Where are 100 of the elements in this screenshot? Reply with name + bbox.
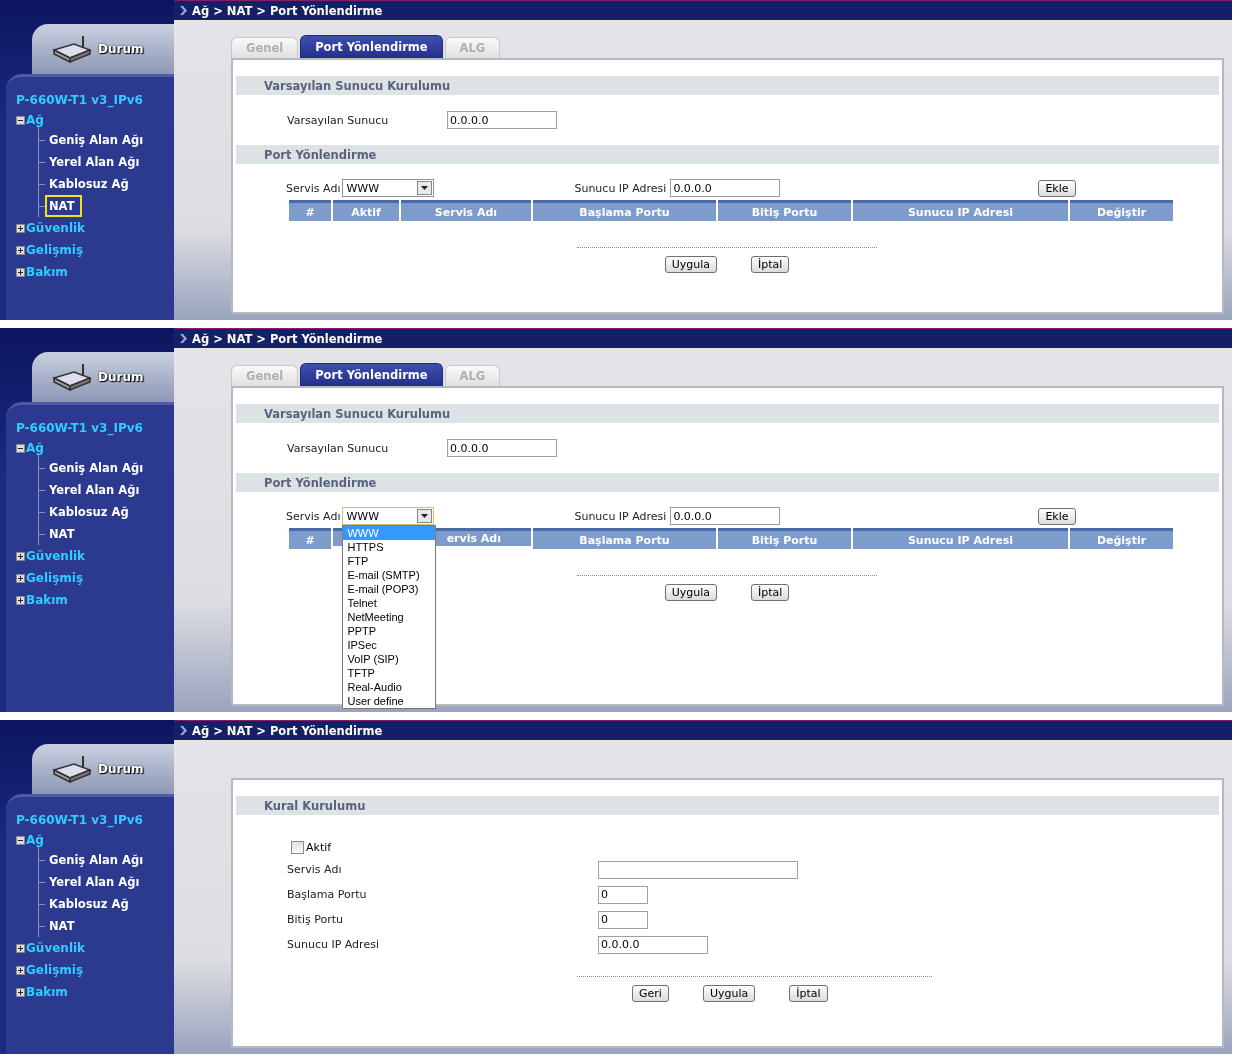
device-model: P-660W-T1 v3_IPv6	[16, 93, 144, 107]
expand-icon[interactable]	[16, 573, 25, 583]
column-header: Değiştir	[1070, 528, 1173, 549]
expand-icon[interactable]	[16, 987, 25, 997]
add-button[interactable]: Ekle	[1038, 507, 1076, 525]
column-header: Servis Adı	[401, 200, 531, 221]
service-select[interactable]: WWW	[342, 507, 435, 525]
expand-icon[interactable]	[16, 223, 25, 233]
menu-item[interactable]: Güvenlik	[26, 941, 86, 955]
submenu-item[interactable]: NAT	[45, 195, 83, 217]
input-field[interactable]: 0.0.0.0	[670, 507, 781, 525]
section-header: Varsayılan Sunucu Kurulumu	[236, 404, 1219, 423]
field-label: Sunucu IP Adresi	[287, 938, 380, 951]
section-header: Port Yönlendirme	[236, 145, 1219, 164]
input-field[interactable]	[598, 860, 798, 879]
column-header: Sunucu IP Adresi	[853, 528, 1068, 549]
submenu-item[interactable]: Kablosuz Ağ	[45, 501, 137, 523]
expand-icon[interactable]	[16, 267, 25, 277]
device-model: P-660W-T1 v3_IPv6	[16, 813, 144, 827]
column-header: Başlama Portu	[533, 528, 716, 549]
cancel-button[interactable]: İptal	[751, 256, 790, 273]
input-field[interactable]: 0	[598, 885, 648, 904]
field-label: Sunucu IP Adresi	[574, 181, 667, 195]
apply-button[interactable]: Uygula	[702, 985, 756, 1002]
expand-icon[interactable]	[16, 245, 25, 255]
column-header: Değiştir	[1070, 200, 1173, 221]
menu-item[interactable]: Güvenlik	[26, 221, 86, 235]
column-header: Sunucu IP Adresi	[853, 200, 1068, 221]
input-field[interactable]: 0.0.0.0	[670, 179, 781, 197]
expand-icon[interactable]	[16, 965, 25, 975]
column-header: Bitiş Portu	[718, 200, 851, 221]
expand-icon[interactable]	[16, 551, 25, 561]
submenu-item[interactable]: NAT	[45, 523, 83, 545]
arrow-icon	[180, 6, 187, 15]
submenu-item[interactable]: Yerel Alan Ağı	[45, 871, 148, 893]
section-header: Varsayılan Sunucu Kurulumu	[236, 76, 1219, 95]
field-label: Bitiş Portu	[287, 913, 344, 926]
tab[interactable]: Port Yönlendirme	[300, 363, 443, 386]
collapse-icon[interactable]	[16, 443, 25, 453]
field-label: Başlama Portu	[287, 888, 368, 901]
add-button[interactable]: Ekle	[1038, 179, 1076, 197]
menu-item[interactable]: Güvenlik	[26, 549, 86, 563]
input-field[interactable]: 0	[598, 910, 648, 929]
submenu-item[interactable]: Yerel Alan Ağı	[45, 151, 148, 173]
field-label: Sunucu IP Adresi	[574, 509, 667, 523]
column-header: #	[289, 528, 331, 549]
tab[interactable]: Port Yönlendirme	[300, 35, 443, 58]
submenu-item[interactable]: Geniş Alan Ağı	[45, 849, 152, 871]
service-select[interactable]: WWW	[342, 179, 435, 197]
column-header: Bitiş Portu	[718, 528, 851, 549]
column-header: Başlama Portu	[533, 200, 716, 221]
menu-item[interactable]: Bakım	[26, 985, 68, 999]
field-label: Varsayılan Sunucu	[287, 113, 390, 127]
field-label: Servis Adı	[286, 181, 341, 195]
submenu-item[interactable]: Kablosuz Ağ	[45, 893, 137, 915]
collapse-icon[interactable]	[16, 835, 25, 845]
submenu-item[interactable]: Kablosuz Ağ	[45, 173, 137, 195]
breadcrumb: Ağ > NAT > Port Yönlendirme	[192, 331, 383, 346]
column-header: #	[289, 200, 331, 221]
device-model: P-660W-T1 v3_IPv6	[16, 421, 144, 435]
field-label: Servis Adı	[286, 509, 341, 523]
back-button[interactable]: Geri	[632, 985, 669, 1002]
menu-item[interactable]: Gelişmiş	[26, 571, 84, 585]
router-icon	[52, 754, 92, 784]
input-field[interactable]: 0.0.0.0	[447, 111, 557, 129]
breadcrumb: Ağ > NAT > Port Yönlendirme	[192, 723, 383, 738]
menu-item[interactable]: Bakım	[26, 593, 68, 607]
field-label: Varsayılan Sunucu	[287, 441, 390, 455]
submenu-item[interactable]: Yerel Alan Ağı	[45, 479, 148, 501]
section-header: Port Yönlendirme	[236, 473, 1219, 492]
menu-item[interactable]: Ağ	[26, 113, 44, 127]
status-tab-label: Durum	[98, 370, 144, 384]
input-field[interactable]: 0.0.0.0	[447, 439, 557, 457]
expand-icon[interactable]	[16, 943, 25, 953]
menu-item[interactable]: Ağ	[26, 833, 44, 847]
submenu-item[interactable]: NAT	[45, 915, 83, 937]
field-label: Servis Adı	[287, 863, 343, 876]
apply-button[interactable]: Uygula	[664, 256, 717, 273]
menu-item[interactable]: Ağ	[26, 441, 44, 455]
checkbox-label: Aktif	[306, 841, 332, 854]
cancel-button[interactable]: İptal	[751, 584, 790, 601]
menu-item[interactable]: Gelişmiş	[26, 963, 84, 977]
apply-button[interactable]: Uygula	[664, 584, 717, 601]
menu-item[interactable]: Gelişmiş	[26, 243, 84, 257]
column-header: Aktif	[333, 200, 399, 221]
submenu-item[interactable]: Geniş Alan Ağı	[45, 129, 152, 151]
status-tab-label: Durum	[98, 42, 144, 56]
arrow-icon	[180, 334, 187, 343]
section-header: Kural Kurulumu	[236, 796, 1219, 815]
expand-icon[interactable]	[16, 595, 25, 605]
cancel-button[interactable]: İptal	[789, 985, 828, 1002]
checkbox[interactable]	[291, 841, 304, 854]
input-field[interactable]: 0.0.0.0	[598, 935, 708, 954]
breadcrumb: Ağ > NAT > Port Yönlendirme	[192, 3, 383, 18]
router-icon	[52, 362, 92, 392]
menu-item[interactable]: Bakım	[26, 265, 68, 279]
router-icon	[52, 34, 92, 64]
status-tab-label: Durum	[98, 762, 144, 776]
submenu-item[interactable]: Geniş Alan Ağı	[45, 457, 152, 479]
collapse-icon[interactable]	[16, 115, 25, 125]
